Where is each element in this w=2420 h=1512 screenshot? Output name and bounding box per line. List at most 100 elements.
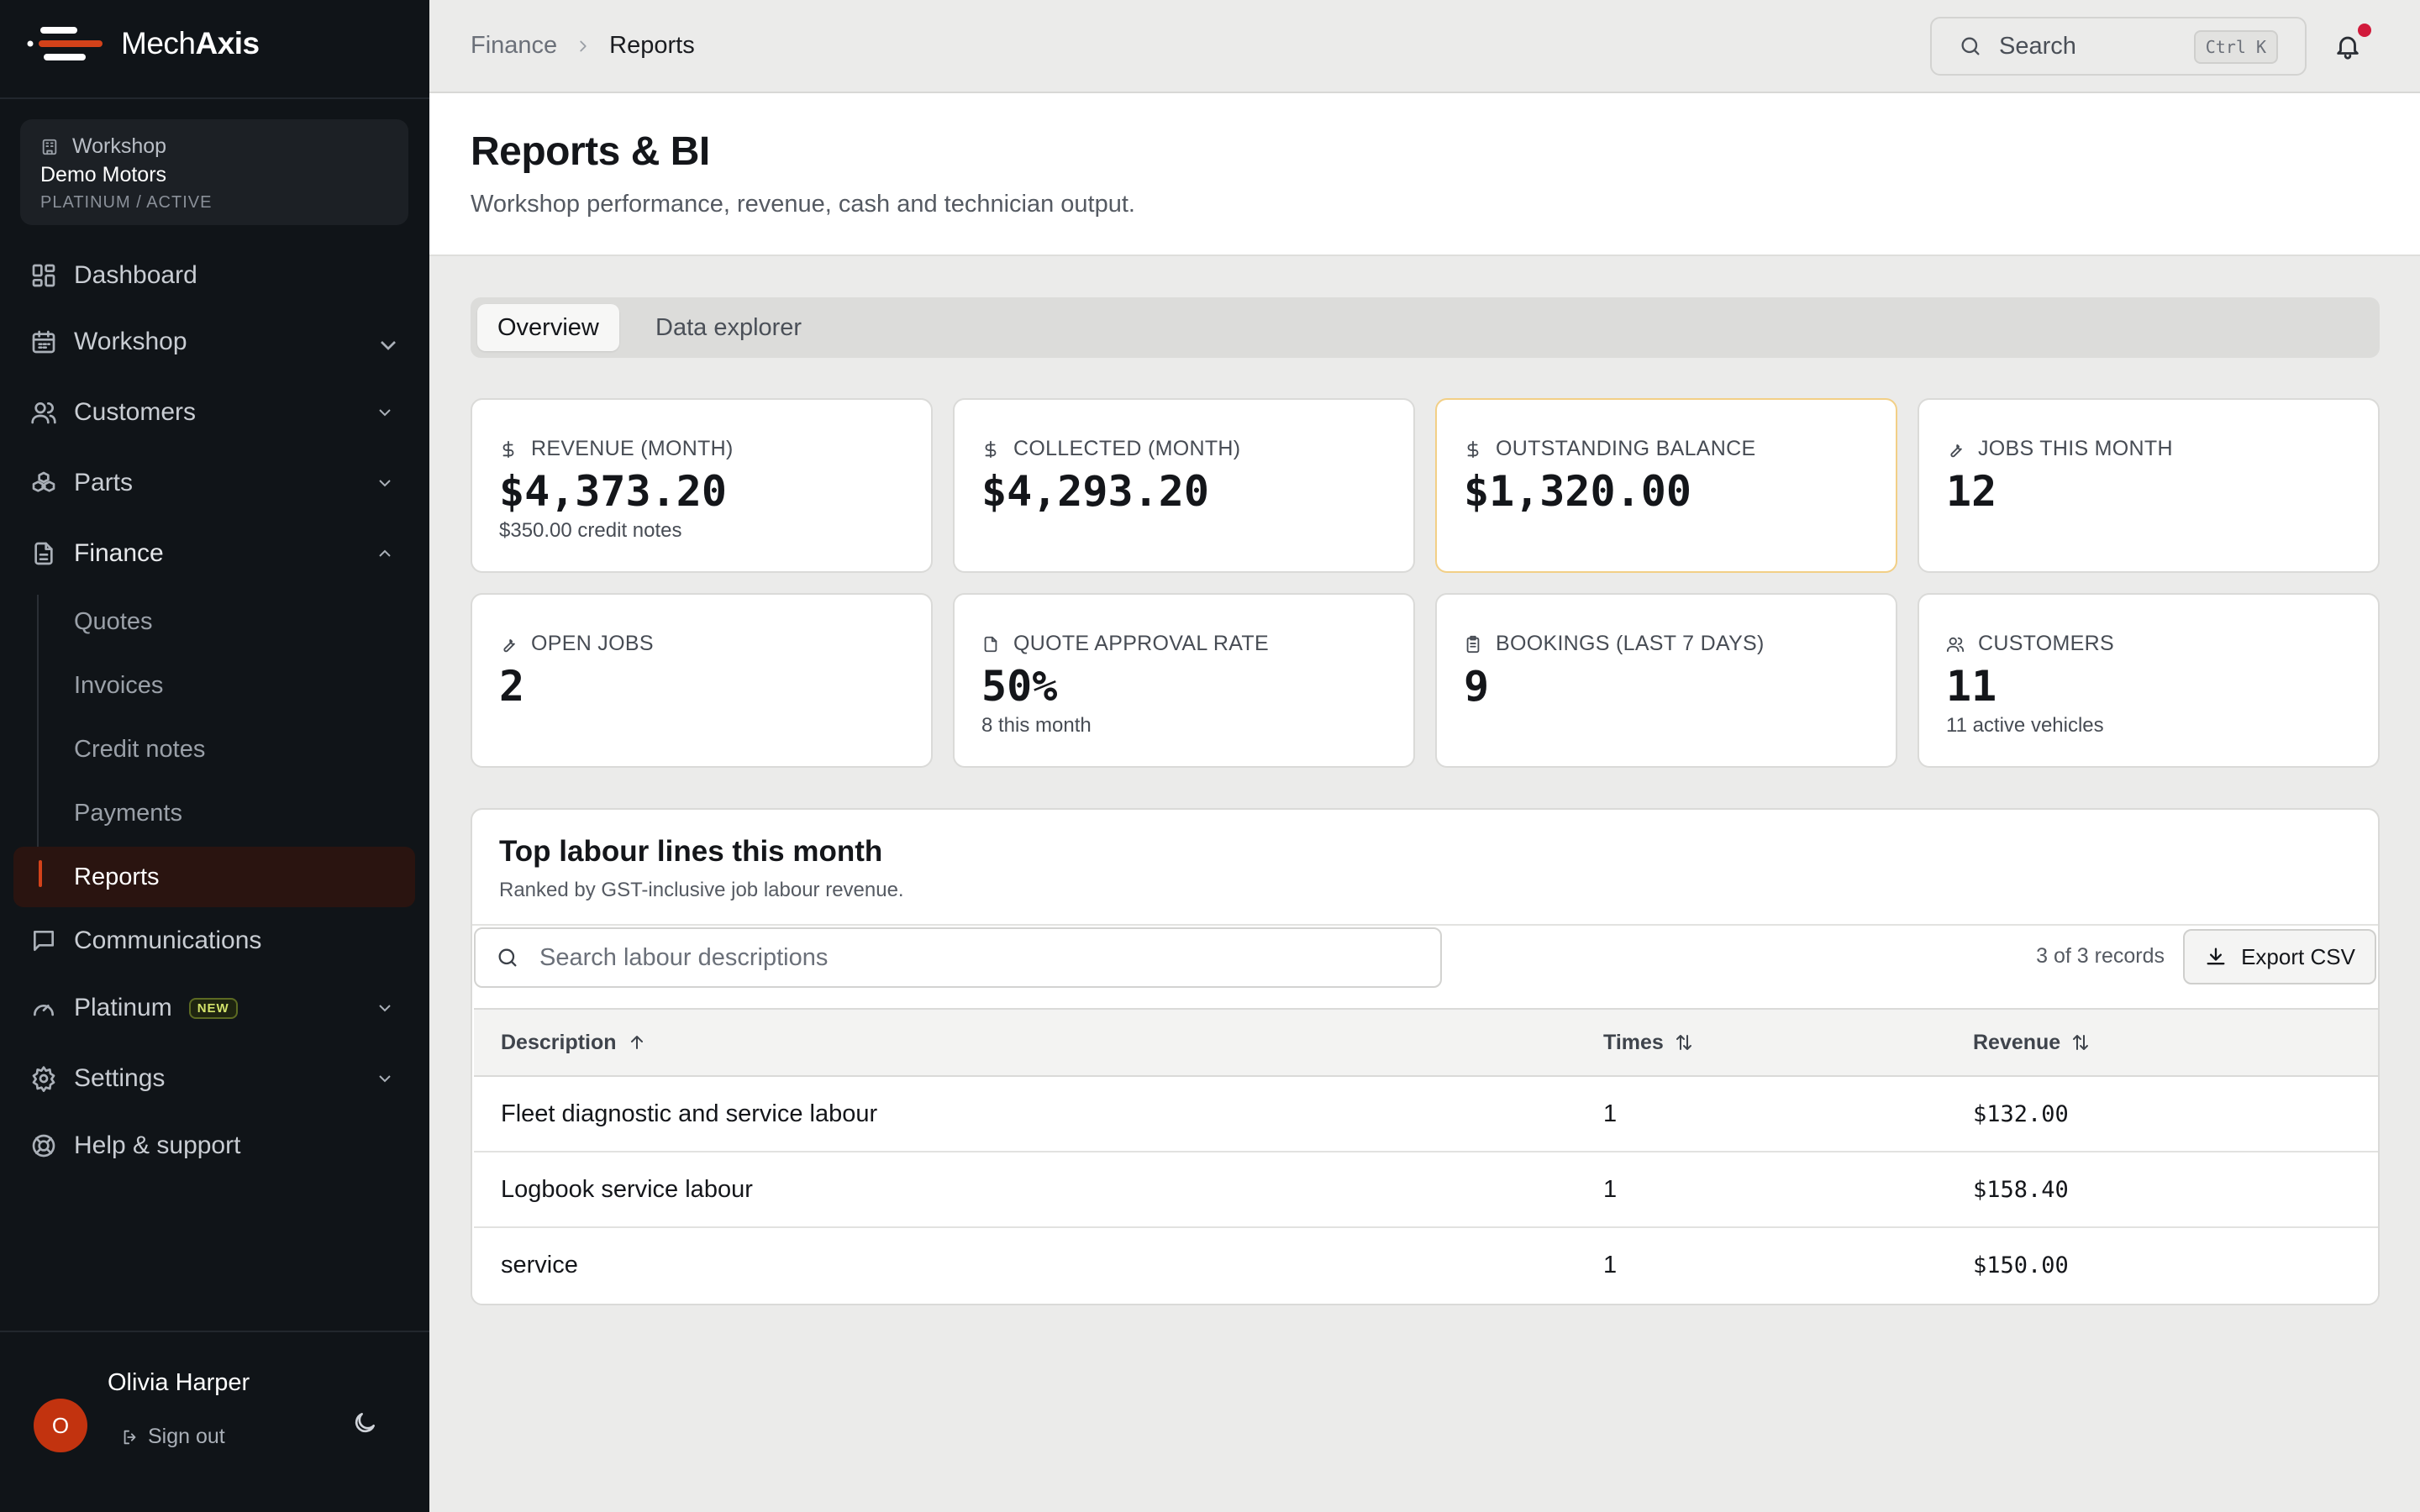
kpi-value: 2 <box>499 662 525 711</box>
tab-bar: Overview Data explorer <box>471 297 2380 358</box>
nav-quotes[interactable]: Quotes <box>13 595 415 648</box>
tab-overview[interactable]: Overview <box>477 304 619 351</box>
column-revenue[interactable]: Revenue <box>1973 1010 2091 1075</box>
nav-platinum-label: Platinum <box>74 994 172 1021</box>
dollar-icon <box>981 440 1000 459</box>
nav-reports[interactable]: Reports <box>13 847 415 907</box>
gear-icon <box>30 1065 57 1092</box>
boxes-icon <box>30 470 57 496</box>
kpi-value: 12 <box>1946 467 1997 516</box>
nav-platinum[interactable]: Platinum NEW <box>13 981 415 1035</box>
kpi-value: 50% <box>981 662 1058 711</box>
table-row[interactable]: service 1 $150.00 <box>474 1228 2378 1304</box>
brand-logo-icon <box>27 27 103 60</box>
workshop-label-row: Workshop <box>40 134 166 159</box>
cell-times: 1 <box>1603 1175 1618 1203</box>
workshop-switcher[interactable]: Workshop Demo Motors PLATINUM / ACTIVE <box>20 119 408 225</box>
page-header: Reports & BI Workshop performance, reven… <box>429 93 2420 256</box>
top-bar: Finance Reports Search Ctrl K <box>429 0 2420 93</box>
brand-name: MechAxis <box>121 26 260 60</box>
avatar[interactable]: O <box>34 1399 87 1452</box>
nav-parts[interactable]: Parts <box>13 456 415 510</box>
file-icon <box>981 635 1000 654</box>
kpi-label: OUTSTANDING BALANCE <box>1496 437 1756 460</box>
nav-customers[interactable]: Customers <box>13 386 415 439</box>
kpi-value: $4,293.20 <box>981 467 1209 516</box>
table-row[interactable]: Fleet diagnostic and service labour 1 $1… <box>474 1077 2378 1152</box>
labour-search-placeholder: Search labour descriptions <box>539 943 829 971</box>
kpi-subtext: $350.00 credit notes <box>499 519 682 542</box>
workshop-name: Demo Motors <box>40 163 167 186</box>
nav-workshop[interactable]: Workshop <box>13 315 415 369</box>
page-title: Reports & BI <box>471 129 710 174</box>
nav-dashboard-label: Dashboard <box>74 261 197 289</box>
nav-help-label: Help & support <box>74 1131 241 1159</box>
export-csv-button[interactable]: Export CSV <box>2183 929 2376 984</box>
gauge-icon <box>30 995 57 1021</box>
bell-icon <box>2333 32 2362 60</box>
brand-logo[interactable]: MechAxis <box>27 25 260 62</box>
kpi-value: $4,373.20 <box>499 467 727 516</box>
search-icon <box>496 946 519 969</box>
cell-description: Fleet diagnostic and service labour <box>501 1100 878 1127</box>
kpi-collected: COLLECTED (MONTH) $4,293.20 <box>953 398 1415 573</box>
kpi-label: CUSTOMERS <box>1978 632 2114 655</box>
chevron-down-icon <box>375 332 396 352</box>
new-badge: NEW <box>188 997 238 1019</box>
nav-invoices[interactable]: Invoices <box>13 659 415 712</box>
message-icon <box>30 927 57 954</box>
kpi-open-jobs: OPEN JOBS 2 <box>471 593 933 768</box>
nav-settings-label: Settings <box>74 1064 166 1092</box>
sign-out-button[interactable]: Sign out <box>121 1425 225 1449</box>
panel-title: Top labour lines this month <box>499 835 883 868</box>
cell-revenue: $150.00 <box>1973 1252 2069 1278</box>
workshop-tier: PLATINUM / ACTIVE <box>40 193 213 212</box>
export-csv-label: Export CSV <box>2241 943 2355 969</box>
kpi-label: JOBS THIS MONTH <box>1978 437 2173 460</box>
column-times[interactable]: Times <box>1603 1010 1694 1075</box>
table-header: Description Times Revenue <box>474 1008 2378 1077</box>
nav-dashboard[interactable]: Dashboard <box>13 249 415 302</box>
nav-payments[interactable]: Payments <box>13 786 415 840</box>
notifications-button[interactable] <box>2333 32 2362 60</box>
search-shortcut: Ctrl K <box>2193 30 2278 64</box>
chevron-down-icon <box>375 998 395 1018</box>
nav-workshop-label: Workshop <box>74 328 187 355</box>
kpi-quote-approval: QUOTE APPROVAL RATE 50% 8 this month <box>953 593 1415 768</box>
cell-times: 1 <box>1603 1251 1618 1278</box>
global-search[interactable]: Search Ctrl K <box>1930 17 2307 76</box>
moon-icon <box>351 1410 378 1436</box>
notification-dot <box>2358 24 2371 37</box>
kpi-bookings: BOOKINGS (LAST 7 DAYS) 9 <box>1435 593 1897 768</box>
kpi-value: 9 <box>1464 662 1490 711</box>
nav-communications[interactable]: Communications <box>13 914 415 968</box>
tab-data-explorer[interactable]: Data explorer <box>635 304 822 351</box>
kpi-value: 11 <box>1946 662 1997 711</box>
table-row[interactable]: Logbook service labour 1 $158.40 <box>474 1152 2378 1228</box>
search-placeholder: Search <box>1999 32 2076 60</box>
nav-parts-label: Parts <box>74 469 134 496</box>
labour-search-input[interactable]: Search labour descriptions <box>474 927 1442 988</box>
panel-divider <box>472 924 2378 926</box>
chevron-down-icon <box>375 473 395 493</box>
sort-ascending-icon <box>627 1032 647 1053</box>
kpi-revenue: REVENUE (MONTH) $4,373.20 $350.00 credit… <box>471 398 933 573</box>
nav-credit-notes[interactable]: Credit notes <box>13 722 415 776</box>
theme-toggle-button[interactable] <box>351 1410 378 1436</box>
nav-help[interactable]: Help & support <box>13 1119 415 1173</box>
users-icon <box>30 399 57 426</box>
cell-times: 1 <box>1603 1100 1618 1127</box>
chevron-up-icon <box>375 543 395 564</box>
chevron-right-icon <box>574 37 592 55</box>
wrench-icon <box>499 635 518 654</box>
sort-icon <box>1674 1032 1694 1053</box>
panel-subtitle: Ranked by GST-inclusive job labour reven… <box>499 879 904 901</box>
sidebar-divider <box>0 97 429 99</box>
column-description[interactable]: Description <box>501 1010 647 1075</box>
download-icon <box>2204 945 2228 969</box>
nav-finance[interactable]: Finance <box>13 527 415 580</box>
breadcrumb-finance[interactable]: Finance <box>471 32 557 60</box>
users-icon <box>1946 635 1965 654</box>
kpi-label: OPEN JOBS <box>531 632 654 655</box>
nav-settings[interactable]: Settings <box>13 1052 415 1105</box>
